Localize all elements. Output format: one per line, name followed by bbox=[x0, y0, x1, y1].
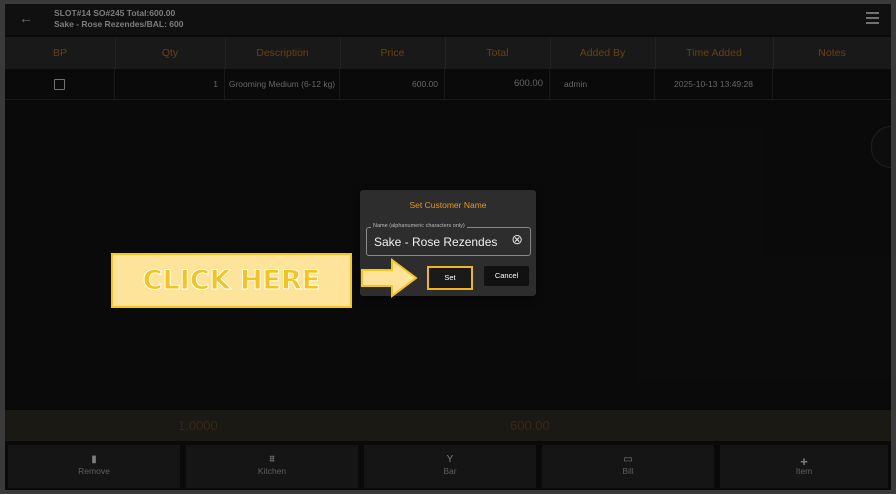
order-screen: ← SLOT#14 SO#245 Total:600.00 Sake - Ros… bbox=[5, 4, 891, 490]
input-label: Name (alphanumeric characters only) bbox=[371, 223, 467, 229]
click-here-callout: CLICK HERE bbox=[111, 253, 352, 308]
callout-text: CLICK HERE bbox=[142, 265, 321, 297]
input-value: Sake - Rose Rezendes bbox=[374, 235, 498, 249]
cancel-button[interactable]: Cancel bbox=[484, 266, 529, 286]
customer-name-input[interactable]: Name (alphanumeric characters only) Sake… bbox=[366, 223, 531, 256]
clear-circle-icon[interactable]: ⊗ bbox=[511, 231, 523, 248]
dialog-title: Set Customer Name bbox=[409, 200, 487, 210]
set-button[interactable]: Set bbox=[427, 266, 473, 290]
arrow-right-icon bbox=[361, 258, 418, 298]
